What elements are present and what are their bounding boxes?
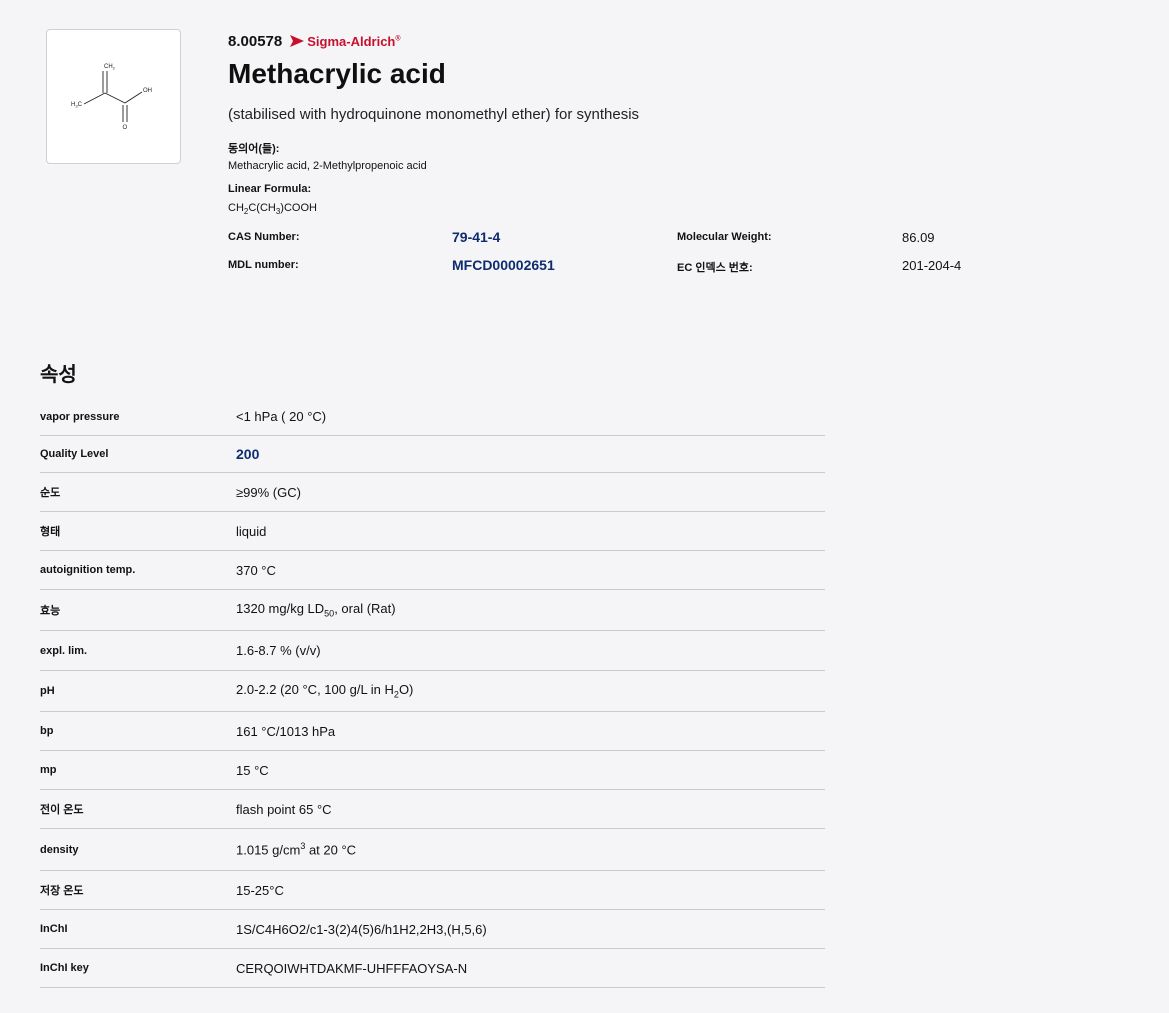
property-value: 15 °C <box>236 762 269 778</box>
synonyms-value: Methacrylic acid, 2-Methylpropenoic acid <box>228 160 427 172</box>
property-row: 순도 ≥99% (GC) <box>40 473 825 512</box>
property-row: 전이 온도 flash point 65 °C <box>40 790 825 829</box>
property-name: 전이 온도 <box>40 804 84 816</box>
property-name: vapor pressure <box>40 410 120 423</box>
property-name: mp <box>40 764 57 776</box>
property-row: pH 2.0-2.2 (20 °C, 100 g/L in H2O) <box>40 671 825 712</box>
struct-h3c-c: C <box>78 102 83 108</box>
product-number-line: 8.00578 Sigma-Aldrich® <box>228 30 1128 52</box>
cas-number-label: CAS Number: <box>228 231 300 243</box>
properties-section-title: 속성 <box>40 364 77 386</box>
value-part: O) <box>398 682 414 698</box>
linear-formula-label: Linear Formula: <box>228 183 312 195</box>
property-value: 370 °C <box>236 562 276 578</box>
quality-level-link[interactable]: 200 <box>236 446 259 462</box>
value-part: 1320 mg/kg LD <box>236 601 325 617</box>
property-name: InChI <box>40 923 68 935</box>
property-name: 순도 <box>40 487 61 499</box>
property-value: liquid <box>236 523 267 539</box>
property-name: 효능 <box>40 605 61 617</box>
property-row: mp 15 °C <box>40 751 825 790</box>
property-row: InChI key CERQOIWHTDAKMF-UHFFFAOYSA-N <box>40 949 825 988</box>
product-title: Methacrylic acid <box>228 58 446 89</box>
property-name: pH <box>40 685 55 697</box>
property-row: 저장 온도 15-25°C <box>40 871 825 910</box>
property-value: 1S/C4H6O2/c1-3(2)4(5)6/h1H2,2H3,(H,5,6) <box>236 921 487 937</box>
linear-formula-value: CH2C(CH3)COOH <box>228 202 317 216</box>
property-value: 2.0-2.2 (20 °C, 100 g/L in H2O) <box>236 682 413 700</box>
value-part: at 20 °C <box>305 842 357 858</box>
lf-part-3: )COOH <box>280 202 317 214</box>
product-number: 8.00578 <box>228 32 283 50</box>
property-row: Quality Level 200 <box>40 436 825 473</box>
property-value: ≥99% (GC) <box>236 484 301 500</box>
property-value: <1 hPa ( 20 °C) <box>236 409 327 424</box>
brand-logo: Sigma-Aldrich® <box>290 33 401 49</box>
mdl-number-link[interactable]: MFCD00002651 <box>452 257 555 273</box>
ec-index-value: 201-204-4 <box>902 258 962 273</box>
property-value: flash point 65 °C <box>236 801 332 817</box>
property-name: 저장 온도 <box>40 885 84 897</box>
struct-ch2-label: CH <box>104 64 113 70</box>
lf-part-1: CH <box>228 202 244 214</box>
brand-reg-mark: ® <box>395 35 401 43</box>
property-name: autoignition temp. <box>40 564 136 576</box>
property-row: bp 161 °C/1013 hPa <box>40 712 825 751</box>
struct-oh-label: OH <box>143 88 152 94</box>
property-name: Quality Level <box>40 448 109 460</box>
property-row: autoignition temp. 370 °C <box>40 551 825 590</box>
property-row: InChI 1S/C4H6O2/c1-3(2)4(5)6/h1H2,2H3,(H… <box>40 910 825 949</box>
molecular-weight-label: Molecular Weight: <box>677 231 772 243</box>
properties-table: vapor pressure <1 hPa ( 20 °C) Quality L… <box>40 398 825 988</box>
property-row: 형태 liquid <box>40 512 825 551</box>
property-value: 15-25°C <box>236 882 284 898</box>
cas-number-link[interactable]: 79-41-4 <box>452 229 500 245</box>
struct-o-label: O <box>123 125 128 131</box>
property-name: expl. lim. <box>40 644 88 657</box>
structure-image[interactable]: CH2 H3C OH O <box>46 29 181 164</box>
product-page: CH2 H3C OH O 8.00578 Sigma-Aldrich® Meth… <box>0 0 1169 1013</box>
svg-text:CH2: CH2 <box>104 64 116 71</box>
svg-text:H3C: H3C <box>71 102 83 109</box>
property-row: density 1.015 g/cm3 at 20 °C <box>40 829 825 871</box>
product-header: 8.00578 Sigma-Aldrich® Methacrylic acid … <box>228 30 1128 275</box>
molecular-weight-value: 86.09 <box>902 230 935 245</box>
value-part: 1.015 g/cm <box>236 842 301 858</box>
property-row: 효능 1320 mg/kg LD50, oral (Rat) <box>40 590 825 631</box>
methacrylic-acid-structure: CH2 H3C OH O <box>71 64 152 131</box>
property-value: 1.6-8.7 % (v/v) <box>236 643 321 658</box>
property-value: CERQOIWHTDAKMF-UHFFFAOYSA-N <box>236 960 468 976</box>
property-name: density <box>40 843 79 856</box>
lf-part-2: C(CH <box>248 202 276 214</box>
brand-arrow-icon <box>290 35 305 47</box>
mdl-number-label: MDL number: <box>228 259 299 271</box>
property-value: 1.015 g/cm3 at 20 °C <box>236 841 356 857</box>
brand-name: Sigma-Aldrich <box>307 33 396 49</box>
property-name: InChI key <box>40 962 89 974</box>
property-row: expl. lim. 1.6-8.7 % (v/v) <box>40 631 825 671</box>
property-value: 161 °C/1013 hPa <box>236 723 336 739</box>
identifier-grid: CAS Number: 79-41-4 Molecular Weight: 86… <box>228 228 1128 288</box>
property-name: 형태 <box>40 526 61 538</box>
product-subtitle: (stabilised with hydroquinone monomethyl… <box>228 106 640 123</box>
property-value: 1320 mg/kg LD50, oral (Rat) <box>236 601 396 619</box>
property-name: bp <box>40 725 54 737</box>
struct-ch2-sub: 2 <box>113 66 116 71</box>
value-subscript: 50 <box>324 608 335 619</box>
ec-index-label: EC 인덱스 번호: <box>677 262 753 274</box>
synonyms-label: 동의어(들): <box>228 143 280 155</box>
value-part: 2.0-2.2 (20 °C, 100 g/L in H <box>236 682 394 698</box>
property-row: vapor pressure <1 hPa ( 20 °C) <box>40 398 825 436</box>
value-part: , oral (Rat) <box>334 601 396 617</box>
